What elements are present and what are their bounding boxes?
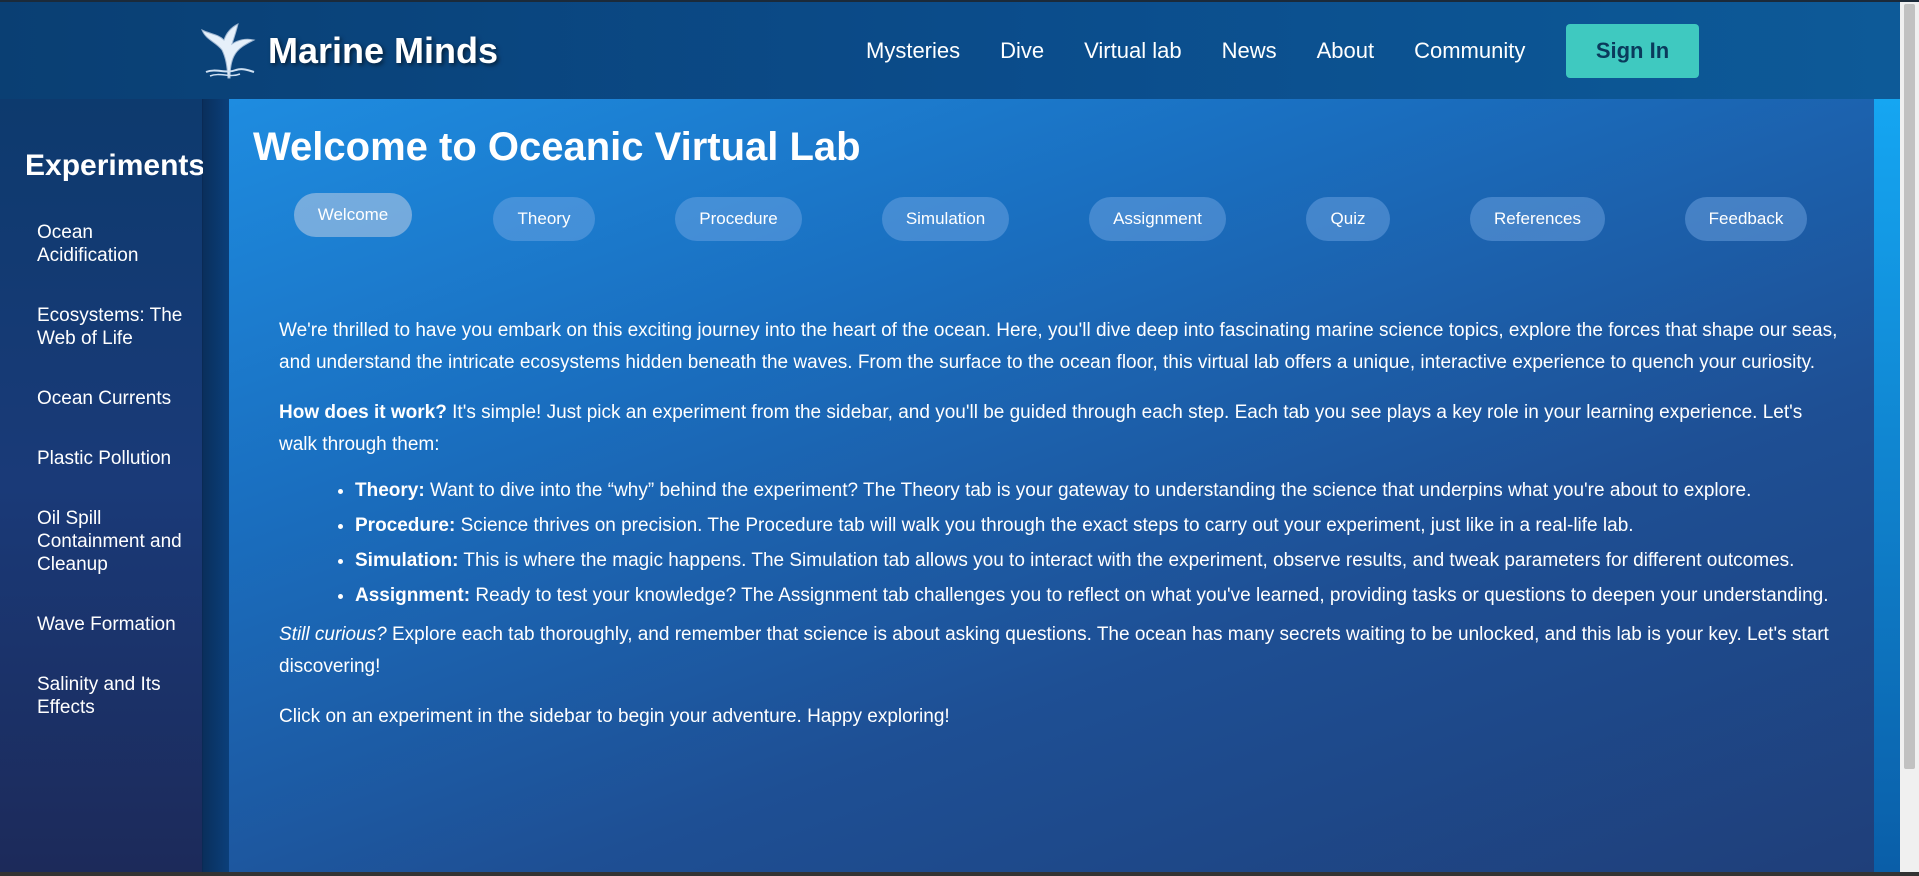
nav-virtual-lab[interactable]: Virtual lab (1084, 38, 1181, 64)
list-item: Assignment: Ready to test your knowledge… (355, 584, 1839, 607)
nav-news[interactable]: News (1222, 38, 1277, 64)
bullet-text-theory: Want to dive into the “why” behind the e… (424, 480, 1752, 501)
bullet-label-simulation: Simulation: (355, 550, 459, 571)
sidebar-item-plastic-pollution[interactable]: Plastic Pollution (37, 447, 197, 470)
still-curious-label: Still curious? (279, 624, 387, 645)
closing-paragraph: Click on an experiment in the sidebar to… (279, 706, 950, 727)
welcome-content: We're thrilled to have you embark on thi… (279, 315, 1839, 751)
page-scrollbar[interactable] (1900, 2, 1919, 872)
scrollbar-thumb[interactable] (1904, 4, 1915, 769)
bullet-label-procedure: Procedure: (355, 515, 456, 536)
tab-welcome[interactable]: Welcome (294, 193, 412, 237)
tab-feedback[interactable]: Feedback (1685, 197, 1807, 241)
list-item: Theory: Want to dive into the “why” behi… (355, 479, 1839, 502)
how-it-works-paragraph: How does it work? It's simple! Just pick… (279, 397, 1839, 461)
app-window: Marine Minds Mysteries Dive Virtual lab … (0, 0, 1919, 876)
sidebar-item-salinity[interactable]: Salinity and Its Effects (37, 673, 197, 719)
main-left-edge (203, 99, 229, 872)
tab-explanations-list: Theory: Want to dive into the “why” behi… (355, 479, 1839, 607)
bullet-text-simulation: This is where the magic happens. The Sim… (458, 550, 1795, 571)
sidebar-item-ecosystems[interactable]: Ecosystems: The Web of Life (37, 304, 197, 350)
main-content-area: Welcome to Oceanic Virtual Lab Welcome T… (229, 99, 1874, 872)
experiments-sidebar: Experiments Ocean Acidification Ecosyste… (0, 99, 206, 872)
bullet-text-assignment: Ready to test your knowledge? The Assign… (470, 585, 1829, 606)
tab-quiz[interactable]: Quiz (1306, 197, 1390, 241)
page-title: Welcome to Oceanic Virtual Lab (253, 125, 861, 169)
how-it-works-heading: How does it work? (279, 402, 447, 423)
main-right-edge (1874, 99, 1900, 872)
nav-mysteries[interactable]: Mysteries (866, 38, 960, 64)
brand-name: Marine Minds (268, 30, 499, 71)
intro-paragraph: We're thrilled to have you embark on thi… (279, 320, 1838, 373)
tab-simulation[interactable]: Simulation (882, 197, 1009, 241)
logo[interactable]: Marine Minds (200, 22, 498, 80)
nav-community[interactable]: Community (1414, 38, 1525, 64)
lab-tabs: Welcome Theory Procedure Simulation Assi… (229, 193, 1874, 247)
still-curious-text: Explore each tab thoroughly, and remembe… (279, 624, 1829, 677)
list-item: Simulation: This is where the magic happ… (355, 549, 1839, 572)
whale-tail-icon (201, 23, 256, 79)
main-nav: Mysteries Dive Virtual lab News About Co… (866, 2, 1565, 99)
experiment-list: Ocean Acidification Ecosystems: The Web … (37, 221, 197, 756)
tab-references[interactable]: References (1470, 197, 1605, 241)
sign-in-button[interactable]: Sign In (1566, 24, 1699, 78)
top-header: Marine Minds Mysteries Dive Virtual lab … (0, 2, 1900, 99)
tab-theory[interactable]: Theory (493, 197, 595, 241)
bullet-label-assignment: Assignment: (355, 585, 471, 606)
how-it-works-text: It's simple! Just pick an experiment fro… (279, 402, 1803, 455)
nav-about[interactable]: About (1317, 38, 1375, 64)
tab-assignment[interactable]: Assignment (1089, 197, 1226, 241)
list-item: Procedure: Science thrives on precision.… (355, 514, 1839, 537)
tab-procedure[interactable]: Procedure (675, 197, 802, 241)
sidebar-item-ocean-acidification[interactable]: Ocean Acidification (37, 221, 197, 267)
nav-dive[interactable]: Dive (1000, 38, 1044, 64)
bullet-text-procedure: Science thrives on precision. The Proced… (455, 515, 1634, 536)
sidebar-item-ocean-currents[interactable]: Ocean Currents (37, 387, 197, 410)
still-curious-paragraph: Still curious? Explore each tab thorough… (279, 619, 1839, 683)
sidebar-item-wave-formation[interactable]: Wave Formation (37, 613, 197, 636)
sidebar-item-oil-spill[interactable]: Oil Spill Containment and Cleanup (37, 507, 197, 576)
bullet-label-theory: Theory: (355, 480, 425, 501)
sidebar-title: Experiments (25, 149, 206, 182)
